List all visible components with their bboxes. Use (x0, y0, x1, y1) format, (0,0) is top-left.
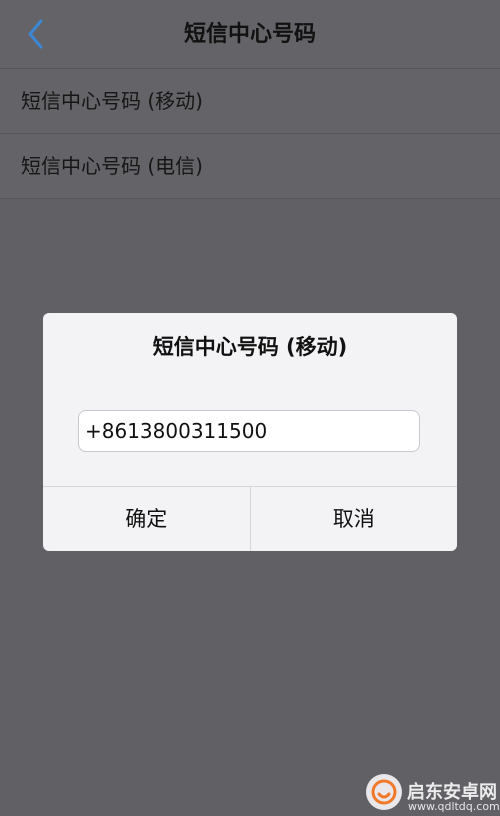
dialog-actions: 确定 取消 (43, 486, 457, 551)
dialog-title: 短信中心号码 (移动) (152, 335, 348, 359)
settings-list: 短信中心号码 (移动) 短信中心号码 (电信) (0, 69, 500, 199)
navigation-bar: 短信中心号码 (0, 0, 500, 69)
back-button[interactable] (18, 16, 54, 52)
watermark-icon (366, 774, 402, 810)
page-title: 短信中心号码 (183, 22, 316, 47)
list-item-sms-center-mobile[interactable]: 短信中心号码 (移动) (0, 69, 500, 134)
screen: 短信中心号码 短信中心号码 (移动) 短信中心号码 (电信) 短信中心号码 (移… (0, 0, 500, 816)
sms-center-number-input[interactable] (78, 410, 420, 452)
list-item-sms-center-telecom[interactable]: 短信中心号码 (电信) (0, 134, 500, 199)
chevron-left-icon (28, 19, 43, 49)
watermark-logo: 启东安卓网 www.qdltdq.com (358, 762, 500, 816)
watermark-url: www.qdltdq.com (408, 800, 500, 813)
cancel-button[interactable]: 取消 (249, 487, 458, 551)
confirm-button[interactable]: 确定 (43, 487, 250, 551)
sms-center-dialog: 短信中心号码 (移动) 确定 取消 (43, 313, 457, 551)
